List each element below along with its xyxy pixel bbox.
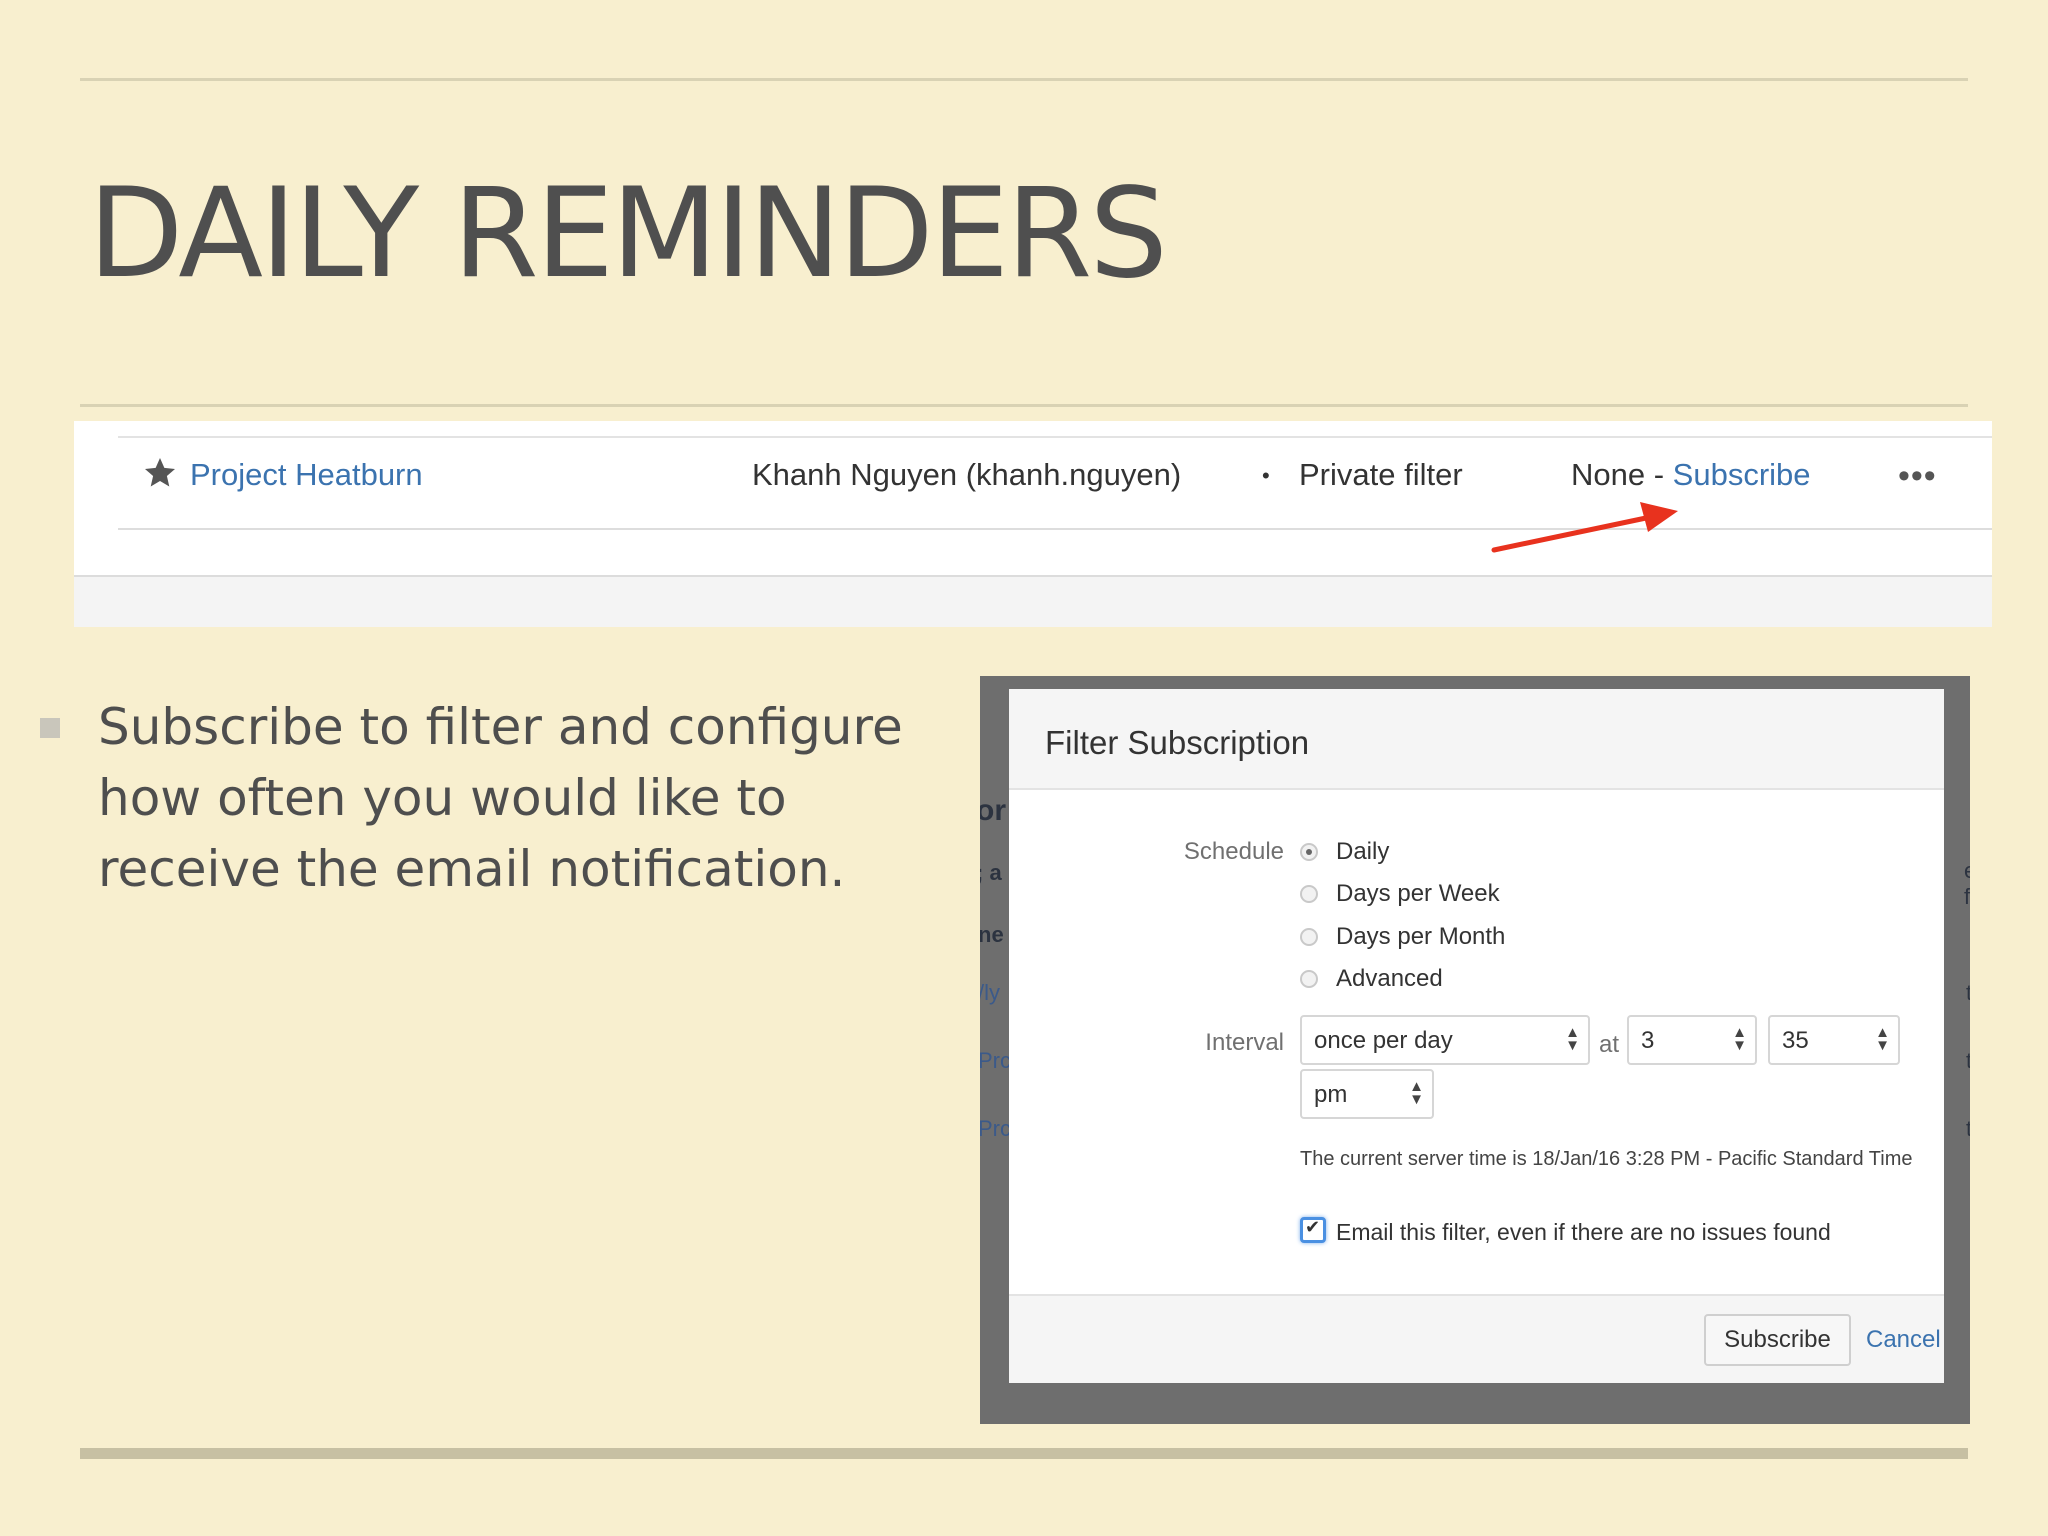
radio-advanced[interactable] xyxy=(1300,970,1318,988)
option-daily-label[interactable]: Daily xyxy=(1336,838,1389,866)
bottom-rule xyxy=(80,1448,1968,1459)
more-actions-icon[interactable]: ••• xyxy=(1898,457,1937,496)
table-footer-area xyxy=(74,577,1992,627)
dialog-title: Filter Subscription xyxy=(1045,724,1310,761)
option-advanced-label[interactable]: Advanced xyxy=(1336,965,1443,993)
cancel-link[interactable]: Cancel xyxy=(1866,1326,1941,1354)
bg-fragment: Prc xyxy=(980,1048,1011,1073)
bg-fragment: te xyxy=(1966,980,1970,1005)
dialog-header: Filter Subscription xyxy=(1009,689,1944,790)
filter-list-screenshot: Project Heatburn Khanh Nguyen (khanh.ngu… xyxy=(74,421,1992,627)
interval-select[interactable]: once per day ▲ ▼ xyxy=(1300,1015,1590,1065)
filter-name-link[interactable]: Project Heatburn xyxy=(190,457,423,493)
ampm-value: pm xyxy=(1314,1081,1348,1108)
radio-daily[interactable] xyxy=(1300,843,1318,861)
server-time-hint: The current server time is 18/Jan/16 3:2… xyxy=(1300,1148,1913,1170)
slide-title: DAILY REMINDERS xyxy=(88,162,1168,306)
checkmark-icon: ✔ xyxy=(1305,1217,1321,1237)
bullet-text: Subscribe to filter and configure how of… xyxy=(98,698,903,898)
hour-value: 3 xyxy=(1641,1027,1655,1054)
bg-fragment: te xyxy=(1966,1048,1970,1073)
bg-fragment: /ly xyxy=(980,980,1000,1005)
bg-fragment: ne xyxy=(980,922,1004,947)
email-checkbox-label[interactable]: Email this filter, even if there are no … xyxy=(1336,1219,1831,1246)
minute-value: 35 xyxy=(1782,1027,1809,1054)
filter-owner: Khanh Nguyen (khanh.nguyen) xyxy=(752,457,1182,492)
top-rule xyxy=(80,78,1968,81)
bullet-marker xyxy=(40,718,60,738)
row-divider-bottom xyxy=(118,528,1992,530)
select-arrows-icon: ▲ ▼ xyxy=(1565,1024,1580,1054)
interval-value: once per day xyxy=(1314,1027,1453,1054)
bg-fragment: e f xyxy=(1964,858,1970,909)
dialog-footer: Subscribe Cancel xyxy=(1009,1294,1944,1383)
row-divider-top xyxy=(118,436,1992,438)
bg-fragment: Prc xyxy=(980,1116,1011,1141)
ampm-select[interactable]: pm ▲ ▼ xyxy=(1300,1069,1434,1119)
hour-select[interactable]: 3 ▲ ▼ xyxy=(1627,1015,1757,1065)
separator-dot: • xyxy=(1262,463,1270,488)
bg-fragment: ; a xyxy=(980,860,1002,885)
star-icon[interactable] xyxy=(142,455,178,491)
bg-fragment: te xyxy=(1966,1116,1970,1141)
option-days-per-month-label[interactable]: Days per Month xyxy=(1336,923,1505,951)
select-arrows-icon: ▲ ▼ xyxy=(1409,1078,1424,1108)
option-days-per-week-label[interactable]: Days per Week xyxy=(1336,880,1500,908)
radio-days-per-week[interactable] xyxy=(1300,885,1318,903)
bg-fragment: or xyxy=(980,794,1006,827)
subscription-dialog-screenshot: or ; a ne /ly Prc Prc e f W te te te Fil… xyxy=(980,676,1970,1424)
title-underline xyxy=(80,404,1968,407)
schedule-label: Schedule xyxy=(1183,838,1284,865)
filter-subscription-dialog: Filter Subscription Schedule Daily Days … xyxy=(1009,689,1944,1383)
interval-label: Interval xyxy=(1205,1029,1284,1056)
minute-select[interactable]: 35 ▲ ▼ xyxy=(1768,1015,1900,1065)
at-label: at xyxy=(1599,1031,1620,1058)
annotation-arrow-icon xyxy=(1491,502,1678,553)
email-checkbox[interactable]: ✔ xyxy=(1300,1217,1326,1243)
select-arrows-icon: ▲ ▼ xyxy=(1732,1024,1747,1054)
subscribe-button[interactable]: Subscribe xyxy=(1704,1314,1851,1366)
select-arrows-icon: ▲ ▼ xyxy=(1875,1024,1890,1054)
radio-days-per-month[interactable] xyxy=(1300,928,1318,946)
